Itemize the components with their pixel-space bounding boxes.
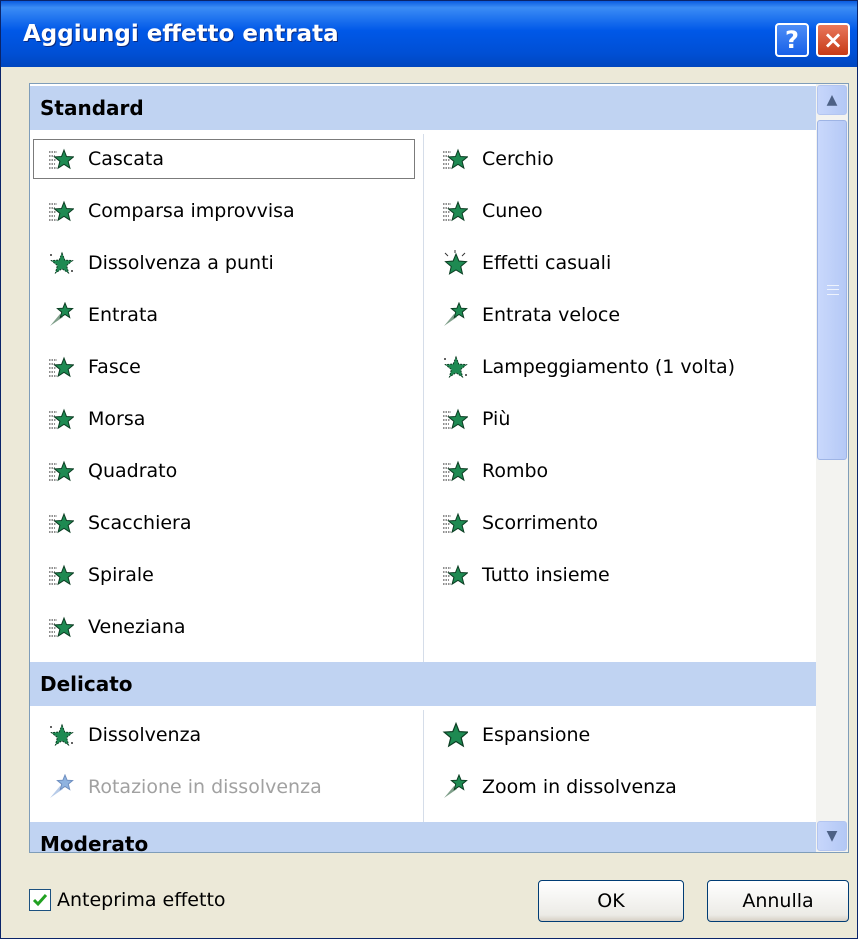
effect-item-quadrato[interactable]: Quadrato: [34, 452, 414, 490]
effect-label: Cascata: [88, 148, 164, 170]
star-flash-icon: [50, 723, 74, 746]
star-expand-icon: [442, 722, 468, 748]
effect-item-morsa[interactable]: Morsa: [34, 400, 414, 438]
scroll-up-button[interactable]: ▲: [817, 85, 847, 115]
effects-list-content: Standard Cascata Comparsa improvvisa Dissol…: [30, 84, 816, 852]
star-random-icon: [444, 250, 468, 275]
effect-item-comparsa-improvvisa[interactable]: Comparsa improvvisa: [34, 192, 414, 230]
effect-item-cerchio[interactable]: Cerchio: [428, 140, 808, 178]
effect-item-dissolvenza[interactable]: Dissolvenza: [34, 716, 414, 754]
effect-item-fasce[interactable]: Fasce: [34, 348, 414, 386]
effect-label: Cerchio: [482, 148, 554, 170]
title-bar[interactable]: Aggiungi effetto entrata ? ×: [1, 1, 857, 67]
effect-item-tutto-insieme[interactable]: Tutto insieme: [428, 556, 808, 594]
checkmark-icon: [32, 894, 48, 907]
effect-item-lampeggiamento-1-volta[interactable]: Lampeggiamento (1 volta): [428, 348, 808, 386]
star-effect-icon: [443, 564, 468, 586]
star-effect-icon: [49, 460, 74, 482]
effect-item-espansione[interactable]: Espansione: [428, 716, 808, 754]
effects-list[interactable]: Standard Cascata Comparsa improvvisa Dissol…: [29, 83, 849, 853]
effect-label: Quadrato: [88, 460, 178, 482]
effect-label: Scorrimento: [482, 512, 599, 534]
star-effect-icon: [443, 200, 468, 222]
star-effect-icon: [49, 616, 74, 638]
effect-item-rotazione-in-dissolvenza: Rotazione in dissolvenza: [34, 768, 414, 806]
effect-item-dissolvenza-a-punti[interactable]: Dissolvenza a punti: [34, 244, 414, 282]
effect-label: Lampeggiamento (1 volta): [482, 356, 736, 378]
help-button[interactable]: ?: [775, 23, 809, 57]
star-fly-in-icon: [50, 774, 74, 798]
effect-label: Rombo: [482, 460, 549, 482]
scroll-thumb[interactable]: [817, 120, 847, 460]
effect-label: Più: [482, 408, 511, 430]
effect-label: Cuneo: [482, 200, 543, 222]
scroll-down-button[interactable]: ▼: [817, 821, 847, 851]
effect-item-cascata[interactable]: Cascata: [33, 139, 415, 179]
effect-label: Morsa: [88, 408, 146, 430]
column-divider: [423, 134, 424, 662]
effect-item-veneziana[interactable]: Veneziana: [34, 608, 414, 646]
effect-label: Spirale: [88, 564, 154, 586]
star-effect-icon: [49, 408, 74, 430]
effect-label: Scacchiera: [88, 512, 192, 534]
section-title: Moderato: [40, 832, 149, 852]
preview-effect-label[interactable]: Anteprima effetto: [57, 889, 226, 911]
section-header-delicato: Delicato: [30, 662, 816, 706]
effect-label: Veneziana: [88, 616, 186, 638]
star-fly-in-icon: [444, 774, 468, 798]
effect-label: Effetti casuali: [482, 252, 612, 274]
column-divider: [423, 710, 424, 822]
close-button[interactable]: ×: [816, 23, 850, 57]
effect-label: Zoom in dissolvenza: [482, 776, 677, 798]
section-title: Standard: [40, 96, 144, 120]
star-effect-icon: [49, 148, 74, 170]
effect-label: Rotazione in dissolvenza: [88, 776, 322, 798]
effect-label: Entrata: [88, 304, 159, 326]
dialog-title: Aggiungi effetto entrata: [23, 21, 339, 47]
section-header-moderato: Moderato: [30, 822, 816, 852]
star-effect-icon: [49, 356, 74, 378]
effect-label: Dissolvenza a punti: [88, 252, 274, 274]
effect-item-scacchiera[interactable]: Scacchiera: [34, 504, 414, 542]
vertical-scrollbar[interactable]: ▲ ▼: [816, 84, 848, 852]
effect-item-effetti-casuali[interactable]: Effetti casuali: [428, 244, 808, 282]
star-effect-icon: [49, 512, 74, 534]
star-effect-icon: [443, 460, 468, 482]
star-effect-icon: [49, 564, 74, 586]
effect-item-entrata[interactable]: Entrata: [34, 296, 414, 334]
star-flash-icon: [444, 355, 468, 378]
effect-item-scorrimento[interactable]: Scorrimento: [428, 504, 808, 542]
grip-icon: [827, 285, 839, 295]
section-title: Delicato: [40, 672, 133, 696]
add-entrance-effect-dialog: Aggiungi effetto entrata ? × Standard Cas…: [0, 0, 858, 939]
star-effect-icon: [443, 148, 468, 170]
effect-label: Comparsa improvvisa: [88, 200, 295, 222]
star-dissolve-icon: [50, 251, 74, 274]
effect-label: Dissolvenza: [88, 724, 202, 746]
effect-item-cuneo[interactable]: Cuneo: [428, 192, 808, 230]
effect-label: Tutto insieme: [482, 564, 610, 586]
section-header-standard: Standard: [30, 86, 816, 130]
effect-item-pi[interactable]: Più: [428, 400, 808, 438]
effect-label: Entrata veloce: [482, 304, 621, 326]
cancel-button[interactable]: Annulla: [707, 880, 849, 922]
effect-item-rombo[interactable]: Rombo: [428, 452, 808, 490]
star-effect-icon: [49, 200, 74, 222]
star-effect-icon: [443, 408, 468, 430]
star-fly-in-icon: [50, 302, 74, 326]
preview-effect-checkbox[interactable]: [29, 889, 51, 911]
effect-item-entrata-veloce[interactable]: Entrata veloce: [428, 296, 808, 334]
effect-label: Espansione: [482, 724, 591, 746]
effect-item-zoom-in-dissolvenza[interactable]: Zoom in dissolvenza: [428, 768, 808, 806]
star-fly-in-icon: [444, 302, 468, 326]
effect-label: Fasce: [88, 356, 141, 378]
effect-item-spirale[interactable]: Spirale: [34, 556, 414, 594]
star-effect-icon: [443, 512, 468, 534]
ok-button[interactable]: OK: [538, 880, 684, 922]
